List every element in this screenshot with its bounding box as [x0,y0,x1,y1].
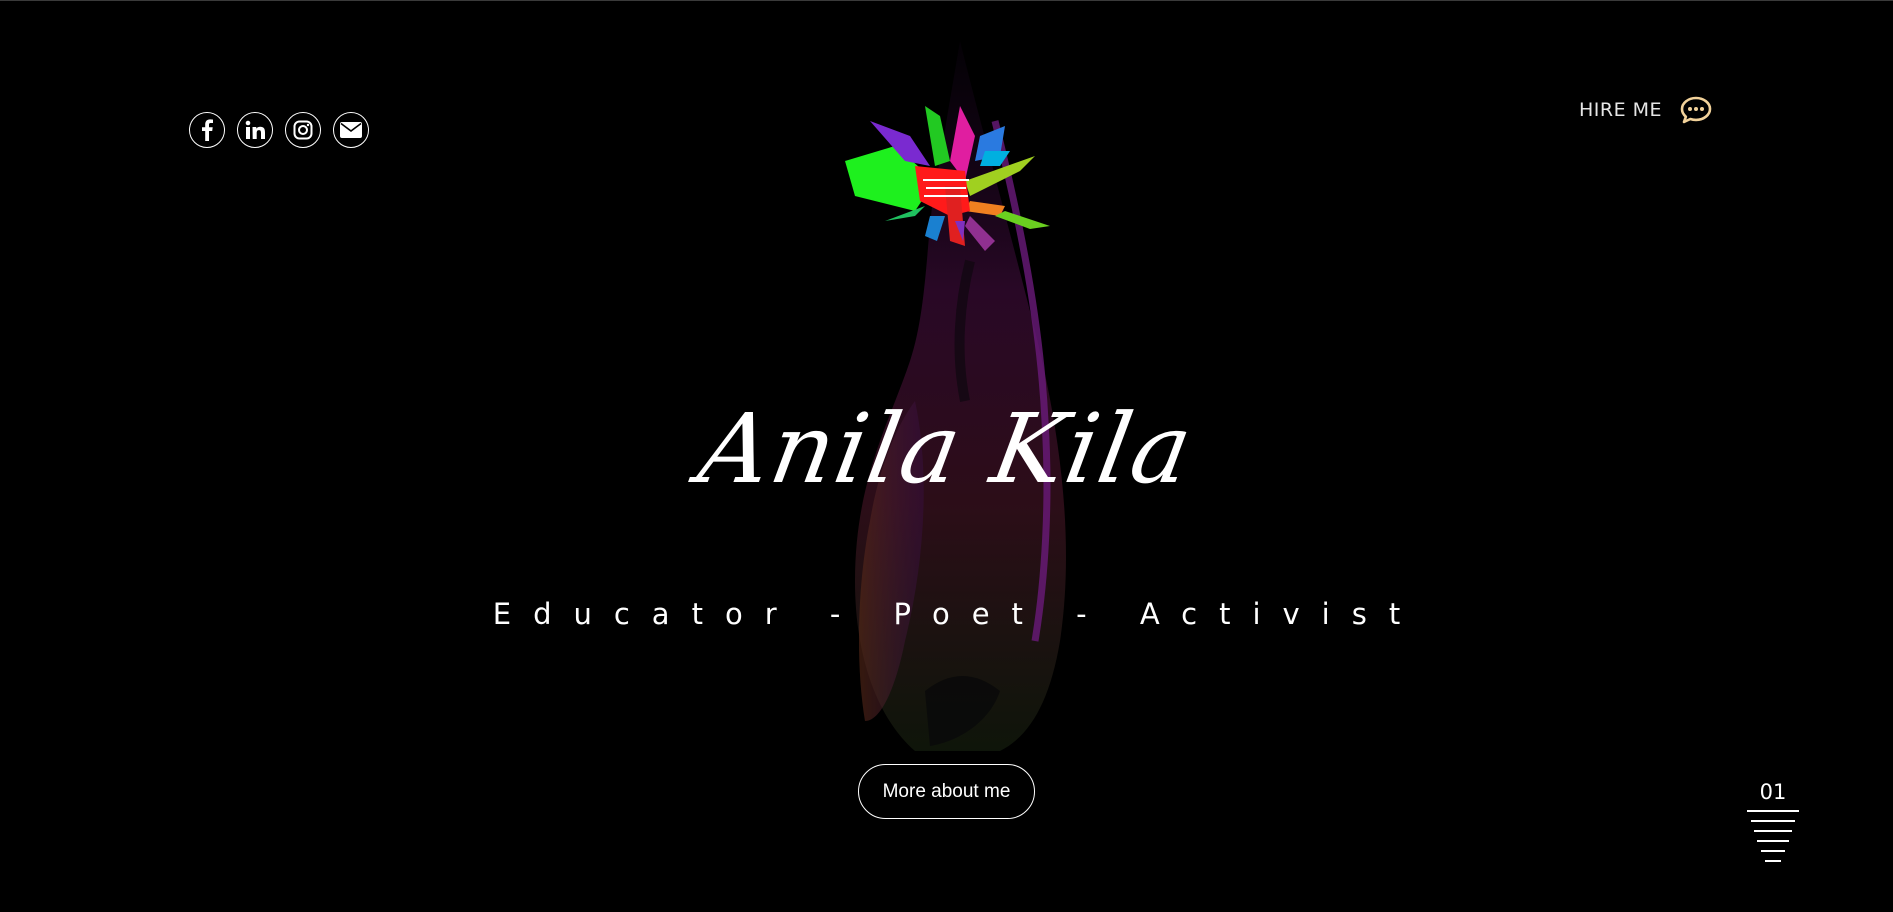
more-about-me-button[interactable]: More about me [858,764,1035,819]
page: HIRE ME Anila Kila Educator - Poet - Act… [0,0,1893,912]
hero-name: Anila Kila [691,393,1202,505]
menu-line [923,179,969,181]
pager-line [1754,830,1792,832]
pager-line [1757,840,1789,842]
social-links [189,112,369,148]
section-pager[interactable]: 01 [1745,780,1801,870]
facebook-icon[interactable] [189,112,225,148]
pager-line [1747,810,1799,812]
instagram-icon[interactable] [285,112,321,148]
menu-line [924,195,968,197]
hero-tagline: Educator - Poet - Activist [492,597,1423,631]
linkedin-icon[interactable] [237,112,273,148]
hire-me-label: HIRE ME [1579,99,1663,121]
pager-line [1751,820,1795,822]
pager-lines [1745,810,1801,870]
pager-line [1765,860,1781,862]
pager-current-number: 01 [1759,780,1787,804]
pager-line [1761,850,1785,852]
menu-line [926,187,966,189]
hire-me-link[interactable]: HIRE ME [1579,96,1712,124]
email-icon[interactable] [333,112,369,148]
chat-bubble-icon [1680,96,1712,124]
menu-toggle-button[interactable] [921,177,971,203]
